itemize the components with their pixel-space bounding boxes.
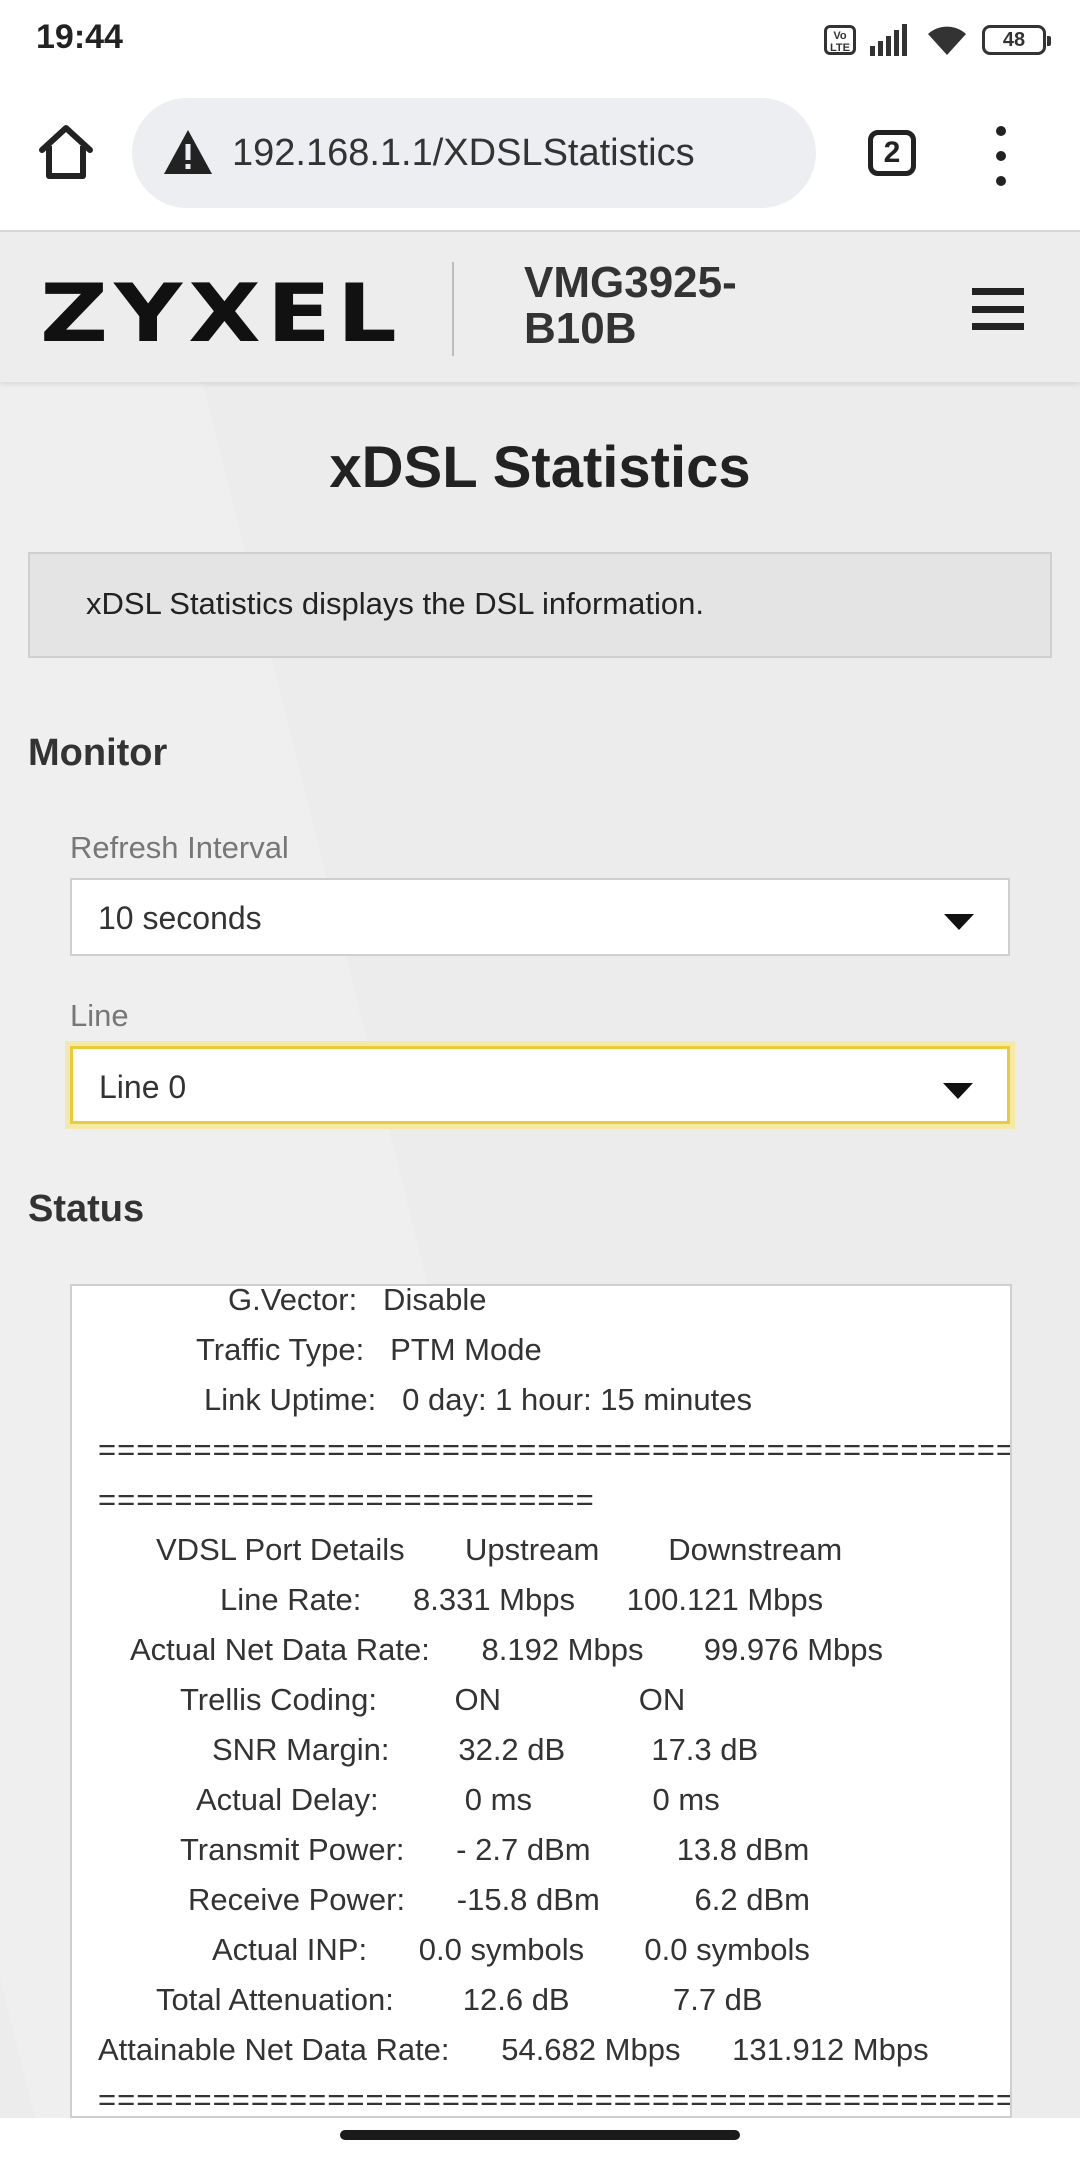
status-line: Transmit Power: - 2.7 dBm 13.8 dBm — [180, 1832, 810, 1867]
status-line: Total Attenuation: 12.6 dB 7.7 dB — [156, 1982, 763, 2017]
status-line: Actual Delay: 0 ms 0 ms — [196, 1782, 720, 1817]
url-text[interactable]: 192.168.1.1/XDSLStatistics — [232, 132, 695, 175]
browser-toolbar: 192.168.1.1/XDSLStatistics 2 — [0, 78, 1080, 230]
warning-icon[interactable] — [162, 128, 214, 176]
monitor-heading: Monitor — [28, 732, 168, 774]
refresh-interval-value: 10 seconds — [98, 900, 262, 936]
status-line: G.Vector: Disable — [228, 1284, 487, 1317]
model-name: VMG3925- B10B — [524, 260, 824, 352]
web-page: ZYXEL VMG3925- B10B xDSL Statistics xDSL… — [0, 230, 1080, 2118]
status-line: Traffic Type: PTM Mode — [196, 1332, 542, 1367]
line-select[interactable]: Line 0 — [70, 1046, 1010, 1124]
description-text: xDSL Statistics displays the DSL informa… — [86, 586, 704, 621]
chevron-down-icon — [944, 914, 974, 930]
status-icons: Vo LTE 48 — [824, 20, 1051, 60]
header-bar: ZYXEL VMG3925- B10B — [0, 230, 1080, 382]
line-value: Line 0 — [99, 1069, 187, 1105]
wifi-icon — [928, 26, 966, 55]
page-title: xDSL Statistics — [329, 435, 751, 500]
chevron-down-icon — [943, 1083, 973, 1099]
status-line: Trellis Coding: ON ON — [180, 1682, 686, 1717]
status-line: Receive Power: -15.8 dBm 6.2 dBm — [188, 1882, 810, 1917]
status-line: SNR Margin: 32.2 dB 17.3 dB — [212, 1732, 759, 1767]
status-line: Attainable Net Data Rate: 54.682 Mbps 13… — [98, 2032, 929, 2067]
description-box: xDSL Statistics displays the DSL informa… — [28, 552, 1052, 658]
tabs-button[interactable]: 2 — [868, 130, 916, 176]
refresh-interval-label: Refresh Interval — [70, 830, 289, 865]
gesture-nav-bar — [0, 2118, 1080, 2160]
status-bar: 19:44 Vo LTE 48 — [0, 0, 1080, 78]
volte-icon: Vo LTE — [824, 25, 856, 55]
battery-icon: 48 — [982, 25, 1051, 55]
address-bar[interactable]: 192.168.1.1/XDSLStatistics — [132, 98, 816, 208]
status-line: Link Uptime: 0 day: 1 hour: 15 minutes — [204, 1382, 752, 1417]
clock: 19:44 — [36, 18, 123, 56]
status-line: Actual INP: 0.0 symbols 0.0 symbols — [212, 1932, 810, 1967]
status-textarea[interactable]: G.Vector: Disable Traffic Type: PTM Mode… — [70, 1284, 1012, 2118]
status-line: VDSL Port Details Upstream Downstream — [156, 1532, 843, 1567]
zyxel-logo[interactable]: ZYXEL — [40, 268, 403, 361]
home-indicator[interactable] — [340, 2130, 740, 2140]
separator-line: ========================================… — [98, 2082, 1012, 2117]
status-line: Actual Net Data Rate: 8.192 Mbps 99.976 … — [130, 1632, 884, 1667]
more-vert-icon[interactable] — [986, 126, 1016, 186]
refresh-interval-select[interactable]: 10 seconds — [70, 878, 1010, 956]
separator-line: ========================== — [98, 1482, 595, 1517]
header-divider — [452, 262, 454, 356]
status-line: Line Rate: 8.331 Mbps 100.121 Mbps — [220, 1582, 824, 1617]
model-line-1: VMG3925- — [524, 258, 737, 307]
hamburger-icon[interactable] — [972, 288, 1024, 330]
separator-line: ========================================… — [98, 1432, 1012, 1467]
line-label: Line — [70, 998, 129, 1033]
model-line-2: B10B — [524, 304, 637, 353]
status-heading: Status — [28, 1188, 145, 1230]
home-icon[interactable] — [36, 122, 96, 182]
signal-icon — [870, 24, 907, 56]
